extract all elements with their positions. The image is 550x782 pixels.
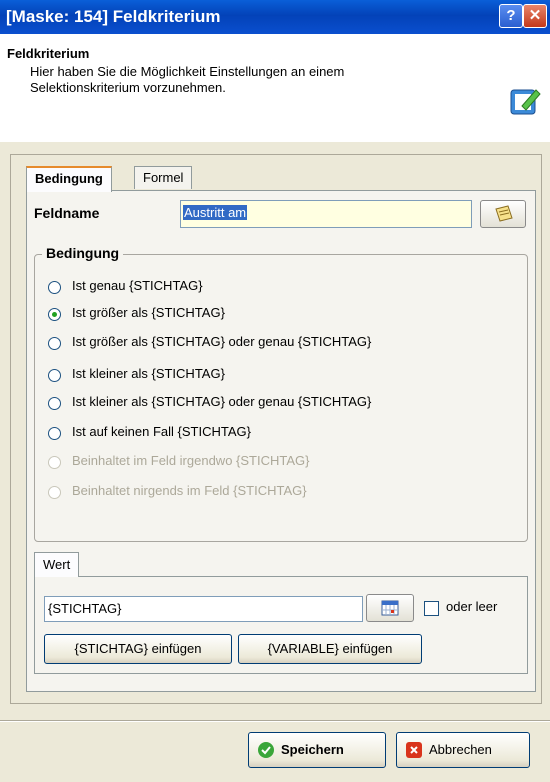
header-title: Feldkriterium	[7, 46, 90, 61]
oder-leer-label: oder leer	[446, 599, 498, 614]
tab-formel[interactable]: Formel	[134, 166, 193, 189]
title-bar: [Maske: 154] Feldkriterium ? ✕	[0, 0, 550, 34]
cancel-button[interactable]: Abbrechen	[396, 732, 530, 768]
wert-input[interactable]: {STICHTAG}	[44, 596, 363, 622]
radio-label: Ist genau {STICHTAG}	[72, 278, 203, 293]
close-button[interactable]: ✕	[523, 4, 547, 28]
help-button[interactable]: ?	[499, 4, 523, 28]
radio-dot[interactable]	[48, 369, 61, 382]
radio-label: Ist kleiner als {STICHTAG}	[72, 366, 225, 381]
cancel-x-icon	[406, 742, 422, 758]
radio-dot[interactable]	[48, 281, 61, 294]
tab-wert[interactable]: Wert	[34, 552, 80, 577]
insert-variable-button[interactable]: {VARIABLE} einfügen	[238, 634, 422, 664]
radio-label: Beinhaltet im Feld irgendwo {STICHTAG}	[72, 453, 310, 468]
radio-dot[interactable]	[48, 427, 61, 440]
calendar-button[interactable]	[366, 594, 414, 622]
header-banner: Feldkriterium Hier haben Sie die Möglich…	[0, 34, 550, 142]
radio-dot	[48, 486, 61, 499]
feldname-input[interactable]: Austritt am	[180, 200, 472, 228]
radio-dot[interactable]	[48, 337, 61, 350]
notepad-icon	[495, 205, 513, 222]
feldname-label: Feldname	[34, 205, 100, 221]
footer-separator-highlight	[0, 721, 550, 722]
cancel-label: Abbrechen	[429, 742, 492, 757]
calendar-icon	[381, 600, 399, 616]
radio-label: Beinhaltet nirgends im Feld {STICHTAG}	[72, 483, 307, 498]
window-title: [Maske: 154] Feldkriterium	[6, 7, 221, 26]
header-description: Hier haben Sie die Möglichkeit Einstellu…	[30, 64, 345, 95]
radio-label: Ist auf keinen Fall {STICHTAG}	[72, 424, 251, 439]
feldname-value: Austritt am	[183, 205, 248, 220]
radio-dot[interactable]	[48, 397, 61, 410]
radio-label: Ist kleiner als {STICHTAG} oder genau {S…	[72, 394, 372, 409]
insert-stichtag-button[interactable]: {STICHTAG} einfügen	[44, 634, 232, 664]
save-button[interactable]: Speichern	[248, 732, 386, 768]
radio-dot	[48, 456, 61, 469]
radio-label: Ist größer als {STICHTAG}	[72, 305, 225, 320]
checkmark-icon	[258, 742, 274, 758]
edit-document-icon	[510, 89, 541, 115]
oder-leer-checkbox[interactable]	[424, 601, 439, 616]
tab-bedingung[interactable]: Bedingung	[26, 166, 112, 192]
radio-dot[interactable]	[48, 308, 61, 321]
bedingung-group-label: Bedingung	[42, 245, 124, 261]
save-label: Speichern	[281, 742, 344, 757]
field-picker-button[interactable]	[480, 200, 526, 228]
radio-label: Ist größer als {STICHTAG} oder genau {ST…	[72, 334, 372, 349]
